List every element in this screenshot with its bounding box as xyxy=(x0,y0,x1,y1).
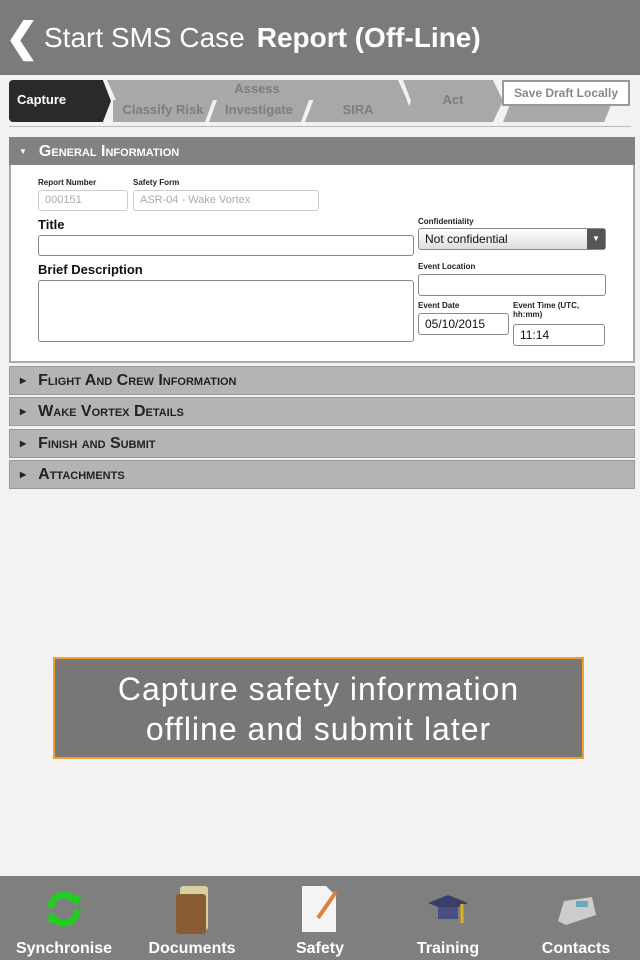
general-information-panel: Report Number 000151 Safety Form ASR-04 … xyxy=(9,165,635,363)
books-icon xyxy=(170,884,214,934)
brief-description-label: Brief Description xyxy=(38,262,143,277)
tab-contacts[interactable]: Contacts xyxy=(512,876,640,960)
section-flight-crew[interactable]: ▶ Flight And Crew Information xyxy=(9,366,635,395)
sync-icon xyxy=(42,884,86,934)
tab-training[interactable]: Training xyxy=(384,876,512,960)
title-label: Title xyxy=(38,217,65,232)
event-location-label: Event Location xyxy=(418,262,476,271)
section-title: Finish and Submit xyxy=(38,434,156,452)
tab-safety[interactable]: Safety xyxy=(256,876,384,960)
safety-form-field: ASR-04 - Wake Vortex xyxy=(133,190,319,211)
title-input[interactable] xyxy=(38,235,414,256)
step-classify-risk[interactable]: Classify Risk xyxy=(113,100,213,122)
section-wake-vortex[interactable]: ▶ Wake Vortex Details xyxy=(9,397,635,426)
banner-line-1: Capture safety information xyxy=(117,671,520,707)
section-finish-submit[interactable]: ▶ Finish and Submit xyxy=(9,429,635,458)
title-prefix: Start SMS Case xyxy=(44,21,245,53)
tab-documents[interactable]: Documents xyxy=(128,876,256,960)
event-date-label: Event Date xyxy=(418,301,460,310)
page-title: Report (Off-Line) xyxy=(256,21,481,53)
safety-form-label: Safety Form xyxy=(133,178,180,187)
collapsed-arrow-icon: ▶ xyxy=(20,439,27,448)
section-title: Wake Vortex Details xyxy=(38,402,184,420)
section-title: General Information xyxy=(38,142,180,160)
tab-label: Safety xyxy=(295,940,345,957)
section-title: Attachments xyxy=(38,465,125,483)
step-sira[interactable]: SIRA xyxy=(305,100,411,122)
step-assess[interactable]: Assess xyxy=(107,80,407,100)
tab-label: Training xyxy=(416,940,480,957)
confidentiality-select[interactable]: Not confidential ▼ xyxy=(418,228,606,250)
event-time-input[interactable]: 11:14 xyxy=(513,324,605,346)
promo-banner: Capture safety information offline and s… xyxy=(53,657,584,759)
telephone-icon xyxy=(554,884,598,934)
report-number-field: 000151 xyxy=(38,190,128,211)
banner-line-2: offline and submit later xyxy=(145,711,492,747)
graduation-cap-icon xyxy=(426,884,470,934)
expanded-arrow-icon: ▼ xyxy=(19,147,27,156)
collapsed-arrow-icon: ▶ xyxy=(20,407,27,416)
confidentiality-value: Not confidential xyxy=(425,232,508,246)
back-button[interactable]: ❮ xyxy=(0,0,44,75)
step-investigate[interactable]: Investigate xyxy=(209,100,309,122)
tab-label: Documents xyxy=(148,940,236,957)
header: ❮ Start SMS Case Report (Off-Line) xyxy=(0,0,640,75)
confidentiality-label: Confidentiality xyxy=(418,217,474,226)
tab-synchronise[interactable]: Synchronise xyxy=(0,876,128,960)
tab-label: Synchronise xyxy=(15,940,113,957)
section-attachments[interactable]: ▶ Attachments xyxy=(9,460,635,489)
event-date-input[interactable]: 05/10/2015 xyxy=(418,313,509,335)
tab-label: Contacts xyxy=(541,940,611,957)
collapsed-arrow-icon: ▶ xyxy=(20,376,27,385)
divider xyxy=(9,126,631,127)
save-draft-button[interactable]: Save Draft Locally xyxy=(502,80,630,106)
workflow-steps: Capture Assess Classify Risk Investigate… xyxy=(9,80,631,122)
chevron-left-icon: ❮ xyxy=(5,15,39,60)
step-act[interactable]: Act xyxy=(403,80,503,122)
collapsed-arrow-icon: ▶ xyxy=(20,470,27,479)
event-time-label: Event Time (UTC, hh:mm) xyxy=(513,301,580,319)
section-title: Flight And Crew Information xyxy=(38,371,237,389)
step-capture[interactable]: Capture xyxy=(9,80,111,122)
section-general-information[interactable]: ▼ General Information xyxy=(9,137,635,166)
document-pencil-icon xyxy=(298,884,342,934)
report-number-label: Report Number xyxy=(38,178,97,187)
bottom-tab-bar: Synchronise Documents Safety Training Co… xyxy=(0,876,640,960)
brief-description-input[interactable] xyxy=(38,280,414,342)
event-location-input[interactable] xyxy=(418,274,606,296)
dropdown-arrow-icon: ▼ xyxy=(587,229,605,249)
